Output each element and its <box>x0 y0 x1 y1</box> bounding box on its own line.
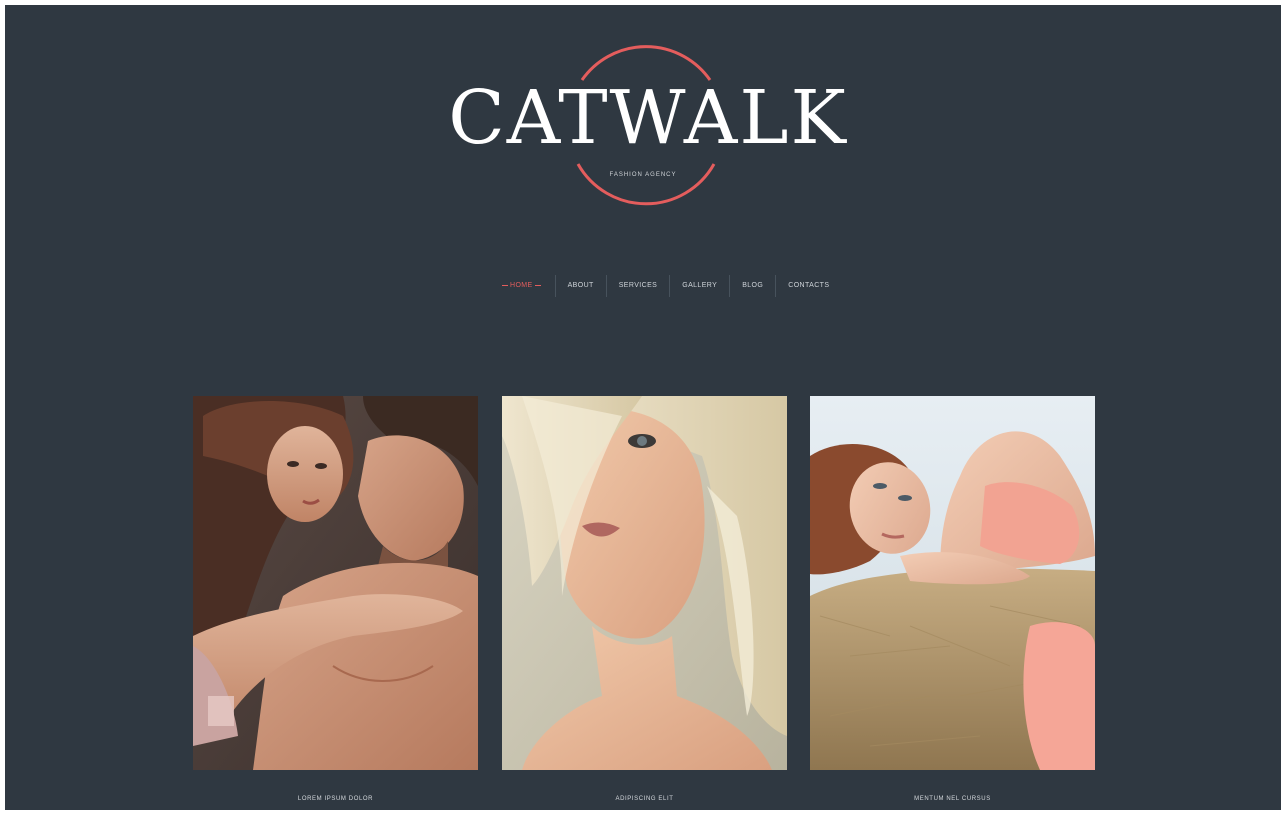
nav-item-services[interactable]: SERVICES <box>605 275 669 297</box>
card-caption: MENTUM NEL CURSUS <box>914 796 991 802</box>
blonde-woman-portrait-photo[interactable] <box>502 396 787 770</box>
logo[interactable]: CATWALK FASHION AGENCY <box>5 5 1281 235</box>
woman-on-hay-photo[interactable] <box>810 396 1095 770</box>
nav-item-blog[interactable]: BLOG <box>729 275 775 297</box>
gallery-card[interactable]: MENTUM NEL CURSUS <box>810 396 1095 802</box>
nav-item-contacts[interactable]: CONTACTS <box>775 275 841 297</box>
nav-item-gallery[interactable]: GALLERY <box>669 275 729 297</box>
logo-tagline: FASHION AGENCY <box>609 172 677 178</box>
nav-item-about[interactable]: ABOUT <box>554 275 606 297</box>
gallery-card[interactable]: ADIPISCING ELIT <box>502 396 787 802</box>
page: CATWALK FASHION AGENCY HOME ABOUT SERVIC… <box>5 5 1281 810</box>
main-nav: HOME ABOUT SERVICES GALLERY BLOG CONTACT… <box>488 275 841 297</box>
card-caption: ADIPISCING ELIT <box>615 796 674 802</box>
nav-item-home[interactable]: HOME <box>488 275 555 297</box>
card-caption: LOREM IPSUM DOLOR <box>297 796 374 802</box>
logo-title: CATWALK <box>448 75 848 161</box>
gallery-card[interactable]: LOREM IPSUM DOLOR <box>193 396 478 802</box>
couple-embrace-photo[interactable] <box>193 396 478 770</box>
